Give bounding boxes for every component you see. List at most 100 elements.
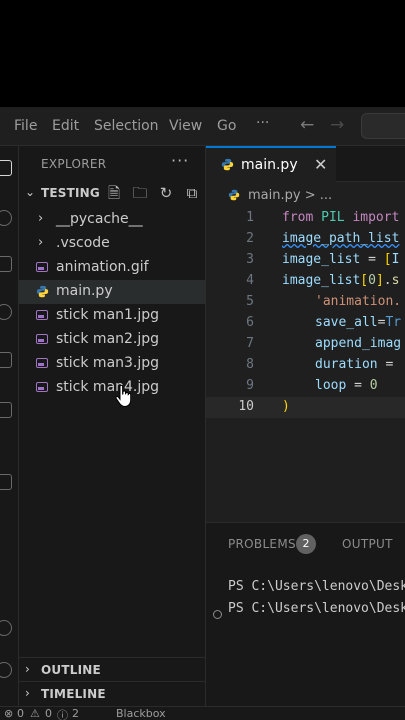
tab-main-py[interactable]: main.py ✕ (206, 146, 336, 182)
code-line: 5 'animation. (206, 292, 405, 313)
image-file-icon (36, 382, 48, 392)
tab-output[interactable]: OUTPUT (342, 537, 393, 551)
refresh-icon[interactable]: ↻ (153, 184, 179, 202)
code-line: 8 duration = (206, 355, 405, 376)
tree-item-stick-man3[interactable]: stick man3.jpg (19, 352, 205, 376)
tree-item-stick-man2[interactable]: stick man2.jpg (19, 328, 205, 352)
command-center-search[interactable] (361, 113, 405, 139)
explorer-title: EXPLORER (41, 157, 107, 171)
tree-item-animation-gif[interactable]: animation.gif (19, 256, 205, 280)
tree-item-label: stick man1.jpg (56, 307, 160, 323)
tree-item-main-py[interactable]: main.py (19, 280, 205, 304)
info-icon[interactable]: ⓘ (57, 707, 68, 720)
manage-gear-icon[interactable] (0, 662, 12, 678)
explorer-icon[interactable] (0, 160, 12, 176)
tree-item-pycache[interactable]: › __pycache__ (19, 208, 205, 232)
line-number: 10 (238, 399, 254, 414)
code-line: 3 image_list = [I (206, 250, 405, 271)
tree-item-label: main.py (56, 283, 113, 299)
testing-icon[interactable] (0, 474, 12, 490)
source-control-icon[interactable] (0, 256, 12, 272)
line-number: 5 (246, 294, 254, 309)
extensions-icon[interactable] (0, 352, 12, 368)
tree-item-label: stick man3.jpg (56, 355, 160, 371)
code-line: 9 loop = 0 (206, 376, 405, 397)
error-count[interactable]: 0 (17, 707, 24, 720)
tab-label: main.py (241, 157, 298, 173)
close-icon[interactable]: ✕ (314, 155, 327, 174)
python-file-icon (36, 285, 49, 298)
forward-arrow-icon[interactable]: → (330, 115, 344, 135)
status-bar: ⊗ 0 ⚠ 0 ⓘ 2 Blackbox (0, 706, 405, 720)
code-text: append_imag (315, 336, 402, 351)
remote-explorer-icon[interactable] (0, 402, 12, 418)
code-text: image_path_list (282, 231, 400, 246)
tab-problems[interactable]: PROBLEMS (228, 537, 296, 551)
explorer-sidebar: EXPLORER ··· ⌄ TESTING 🗎 🗀 ↻ ⧉ › __pycache_… (19, 146, 206, 706)
code-text: image_list = [I (282, 252, 400, 267)
warning-count[interactable]: 0 (45, 707, 52, 720)
folder-actions: 🗎 🗀 ↻ ⧉ (101, 183, 205, 208)
code-line: 7 append_imag (206, 334, 405, 355)
tree-item-label: animation.gif (56, 259, 149, 275)
code-line-current: 10) (206, 397, 405, 418)
tree-item-label: .vscode (56, 235, 110, 251)
chevron-right-icon: › (38, 235, 44, 250)
code-text: duration = (315, 357, 394, 372)
line-number: 4 (246, 273, 254, 288)
image-file-icon (36, 358, 48, 368)
run-debug-icon[interactable] (0, 304, 12, 320)
tree-item-label: stick man4.jpg (56, 379, 160, 395)
code-line: 2 image_path_list (206, 229, 405, 250)
vscode-window: File Edit Selection View Go ··· ← → EXPL… (0, 107, 405, 720)
code-text: from PIL import (282, 210, 400, 225)
chevron-right-icon: › (25, 686, 30, 700)
menu-go[interactable]: Go (217, 118, 236, 134)
collapse-all-icon[interactable]: ⧉ (179, 184, 205, 202)
menu-file[interactable]: File (14, 118, 37, 134)
image-file-icon (36, 262, 48, 272)
breadcrumb-path[interactable]: main.py > ... (248, 188, 332, 203)
chevron-right-icon: › (38, 211, 44, 226)
menu-edit[interactable]: Edit (52, 118, 79, 134)
code-line: 1 from PIL import (206, 208, 405, 229)
activity-bar (0, 146, 19, 706)
editor-tabs: main.py ✕ (206, 146, 405, 182)
python-file-icon (221, 158, 234, 171)
menu-selection[interactable]: Selection (94, 118, 159, 134)
menu-more-button[interactable]: ··· (256, 115, 269, 131)
tree-item-stick-man1[interactable]: stick man1.jpg (19, 304, 205, 328)
outline-section[interactable]: › OUTLINE (19, 657, 205, 682)
menu-view[interactable]: View (169, 118, 202, 134)
terminal-line: PS C:\Users\lenovo\Desk (228, 579, 405, 594)
warning-icon[interactable]: ⚠ (30, 707, 40, 720)
outline-label: OUTLINE (41, 663, 101, 677)
explorer-more-button[interactable]: ··· (171, 151, 189, 170)
line-number: 1 (246, 210, 254, 225)
error-icon[interactable]: ⊗ (4, 707, 13, 720)
back-arrow-icon[interactable]: ← (300, 115, 314, 135)
code-line: 4 image_list[0].s (206, 271, 405, 292)
folder-name: TESTING (41, 186, 100, 200)
bottom-panel: PROBLEMS 2 OUTPUT PS C:\Users\lenovo\Des… (206, 522, 405, 707)
folder-header-testing[interactable]: ⌄ TESTING 🗎 🗀 ↻ ⧉ (19, 183, 205, 205)
code-text: save_all=Tr (315, 315, 402, 330)
info-count[interactable]: 2 (72, 707, 79, 720)
timeline-section[interactable]: › TIMELINE (19, 681, 205, 706)
title-bar: File Edit Selection View Go ··· ← → (0, 107, 405, 146)
tree-item-stick-man4[interactable]: stick man4.jpg (19, 376, 205, 400)
accounts-icon[interactable] (0, 620, 12, 636)
code-line: 6 save_all=Tr (206, 313, 405, 334)
code-text: image_list[0].s (282, 273, 400, 288)
tree-item-vscode[interactable]: › .vscode (19, 232, 205, 256)
new-folder-icon[interactable]: 🗀 (127, 183, 153, 208)
chevron-down-icon: ⌄ (25, 185, 36, 199)
line-number: 6 (246, 315, 254, 330)
line-number: 9 (246, 378, 254, 393)
image-file-icon (36, 334, 48, 344)
blackbox-extension[interactable]: Blackbox (116, 707, 166, 720)
new-file-icon[interactable]: 🗎 (101, 183, 127, 208)
search-icon[interactable] (0, 210, 12, 226)
problems-count-badge: 2 (296, 534, 316, 554)
terminal-line: PS C:\Users\lenovo\Desk (228, 601, 405, 616)
